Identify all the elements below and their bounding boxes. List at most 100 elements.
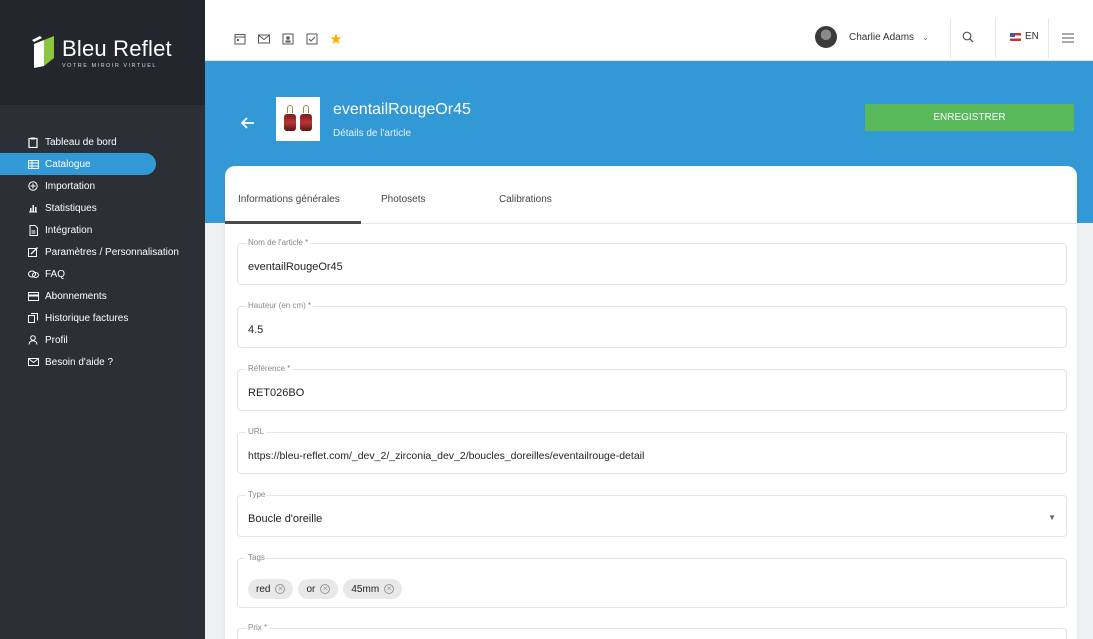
sidebar-item-tableau-de-bord[interactable]: Tableau de bord (0, 131, 205, 153)
search-icon[interactable] (962, 30, 974, 48)
tab-bar: Informations générales Photosets Calibra… (225, 166, 1077, 224)
tag-chip-label: or (306, 583, 316, 595)
remove-tag-icon[interactable]: ✕ (384, 584, 395, 594)
sidebar-item-label: Catalogue (45, 158, 91, 170)
save-button[interactable]: ENREGISTRER (865, 104, 1074, 131)
price-field[interactable]: Prix * (237, 623, 1067, 639)
tag-chip-label: red (256, 583, 271, 595)
reference-field[interactable]: Référence * RET026BO (237, 364, 1067, 411)
sidebar-item-profil[interactable]: Profil (0, 329, 205, 351)
sidebar-item-catalogue[interactable]: Catalogue (0, 153, 156, 175)
sidebar-item-importation[interactable]: Importation (0, 175, 205, 197)
sidebar-item-faq[interactable]: FAQ (0, 263, 205, 285)
divider (1048, 18, 1049, 58)
table-icon (27, 158, 39, 170)
remove-tag-icon[interactable]: ✕ (275, 584, 286, 594)
divider (995, 18, 996, 58)
tab-calibrations[interactable]: Calibrations (499, 194, 552, 205)
article-thumbnail (276, 97, 320, 141)
user-card-icon[interactable] (281, 32, 295, 46)
sidebar-item-abonnements[interactable]: Abonnements (0, 285, 205, 307)
sidebar-item-label: Historique factures (45, 312, 129, 324)
chart-icon (27, 202, 39, 214)
height-label: Hauteur (en cm) * (246, 301, 314, 310)
logo[interactable]: Bleu Reflet VOTRE MIROIR VIRTUEL (0, 0, 205, 105)
sidebar-item-label: Tableau de bord (45, 136, 117, 148)
type-select[interactable]: Type Boucle d'oreille ▼ (237, 490, 1067, 537)
sidebar-item-label: Paramètres / Personnalisation (45, 246, 179, 258)
type-label: Type (246, 490, 268, 499)
name-field[interactable]: Nom de l'article * eventailRougeOr45 (237, 238, 1067, 285)
article-subtitle: Détails de l'article (333, 128, 412, 139)
brand-title: Bleu Reflet (62, 36, 172, 61)
menu-icon[interactable] (1062, 30, 1074, 48)
user-menu[interactable]: Charlie Adams ⌄ (815, 26, 929, 48)
user-name: Charlie Adams (849, 31, 915, 43)
quick-icons: ★ (233, 31, 343, 48)
sidebar-item-label: Abonnements (45, 290, 107, 302)
copy-icon (27, 312, 39, 324)
user-icon (27, 334, 39, 346)
brand-tagline: VOTRE MIROIR VIRTUEL (62, 63, 157, 69)
tag-chip-list: red ✕ or ✕ 45mm ✕ (248, 579, 407, 599)
sidebar-item-integration[interactable]: Intégration (0, 219, 205, 241)
sidebar-item-label: Statistiques (45, 202, 97, 214)
chevron-down-icon: ⌄ (922, 32, 929, 42)
edit-icon (27, 246, 39, 258)
url-value: https://bleu-reflet.com/_dev_2/_zirconia… (248, 450, 645, 462)
app-root: Bleu Reflet VOTRE MIROIR VIRTUEL Tableau… (0, 0, 1093, 639)
sidebar-nav: Tableau de bord Catalogue Importation St… (0, 131, 205, 373)
checkbox-icon[interactable] (305, 32, 319, 46)
price-label: Prix * (246, 623, 270, 632)
star-icon[interactable]: ★ (329, 31, 343, 48)
sidebar-item-historique-factures[interactable]: Historique factures (0, 307, 205, 329)
name-label: Nom de l'article * (246, 238, 311, 247)
tag-chip[interactable]: or ✕ (298, 579, 339, 599)
flag-icon (1010, 32, 1021, 41)
language-selector[interactable]: EN (1010, 31, 1039, 42)
mail-icon (27, 356, 39, 368)
url-label: URL (246, 427, 267, 436)
sidebar-item-besoin-aide[interactable]: Besoin d'aide ? (0, 351, 205, 373)
mail-icon[interactable] (257, 32, 271, 46)
reference-label: Référence * (246, 364, 293, 373)
back-arrow-icon[interactable] (240, 113, 255, 134)
calendar-icon[interactable] (233, 32, 247, 46)
sidebar-item-label: FAQ (45, 268, 66, 280)
sidebar-item-label: Profil (45, 334, 68, 346)
height-value: 4.5 (248, 324, 264, 336)
card-icon (27, 290, 39, 302)
article-title: eventailRougeOr45 (333, 101, 471, 118)
topbar: ★ Charlie Adams ⌄ EN (205, 0, 1093, 61)
tab-informations-generales[interactable]: Informations générales (238, 194, 340, 205)
sidebar-item-statistiques[interactable]: Statistiques (0, 197, 205, 219)
logo-mark-icon (30, 35, 56, 70)
type-value: Boucle d'oreille (248, 513, 323, 525)
remove-tag-icon[interactable]: ✕ (320, 584, 331, 594)
name-value: eventailRougeOr45 (248, 261, 343, 273)
plus-circle-icon (27, 180, 39, 192)
divider (950, 18, 951, 58)
active-tab-indicator (225, 221, 361, 224)
sidebar-item-label: Importation (45, 180, 96, 192)
url-field[interactable]: URL https://bleu-reflet.com/_dev_2/_zirc… (237, 427, 1067, 474)
chat-icon (27, 268, 39, 280)
language-label: EN (1025, 31, 1039, 42)
tab-photosets[interactable]: Photosets (381, 194, 425, 205)
avatar (815, 26, 837, 48)
tags-label: Tags (246, 553, 267, 562)
tag-chip-label: 45mm (351, 583, 380, 595)
reference-value: RET026BO (248, 387, 305, 399)
sidebar: Bleu Reflet VOTRE MIROIR VIRTUEL Tableau… (0, 0, 205, 639)
tag-chip[interactable]: red ✕ (248, 579, 294, 599)
dropdown-arrow-icon: ▼ (1048, 513, 1056, 522)
file-icon (27, 224, 39, 236)
sidebar-item-label: Besoin d'aide ? (45, 356, 114, 368)
tag-chip[interactable]: 45mm ✕ (343, 579, 403, 599)
sidebar-item-parametres[interactable]: Paramètres / Personnalisation (0, 241, 205, 263)
height-field[interactable]: Hauteur (en cm) * 4.5 (237, 301, 1067, 348)
tags-field[interactable]: Tags red ✕ or ✕ 45mm ✕ (237, 553, 1067, 608)
article-form-card: Informations générales Photosets Calibra… (225, 166, 1077, 639)
clipboard-icon (27, 136, 39, 148)
sidebar-item-label: Intégration (45, 224, 93, 236)
